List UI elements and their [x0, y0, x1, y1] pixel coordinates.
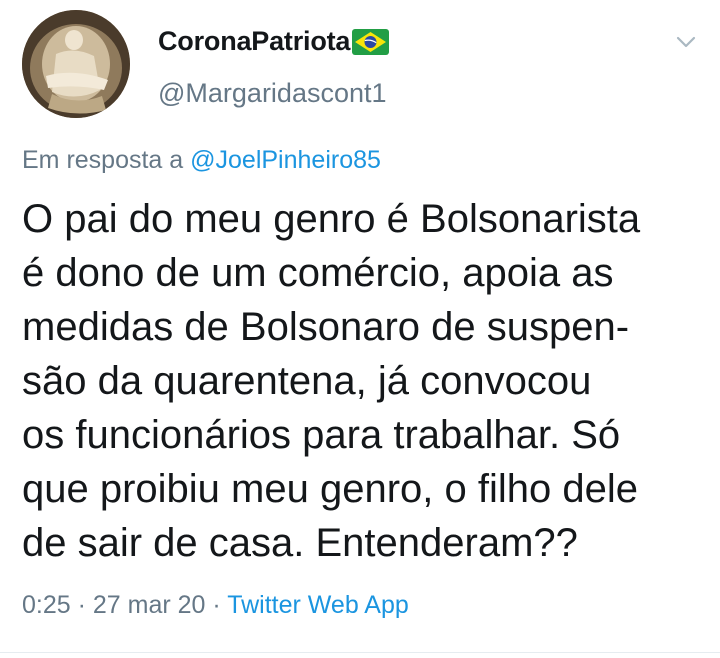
tweet-text: O pai do meu genro é Bolsonarista é dono… — [22, 192, 712, 570]
tweet-text-line: que proibiu meu genro, o filho dele — [22, 467, 638, 511]
tweet-text-line: são da quarentena, já convocou — [22, 359, 592, 403]
meta-separator: · — [205, 591, 228, 619]
user-handle[interactable]: @Margaridascont1 — [158, 78, 387, 109]
tweet-text-line: é dono de um comércio, apoia as — [22, 251, 614, 295]
tweet-text-line: O pai do meu genro é Bolsonarista — [22, 197, 641, 241]
reply-mention-link[interactable]: @JoelPinheiro85 — [190, 146, 381, 174]
avatar-image — [22, 10, 130, 118]
display-name[interactable]: CoronaPatriota — [158, 26, 390, 57]
divider — [0, 652, 720, 653]
tweet-time[interactable]: 0:25 — [22, 591, 71, 619]
reply-context: Em resposta a @JoelPinheiro85 — [22, 146, 381, 175]
tweet-source-link[interactable]: Twitter Web App — [227, 591, 409, 619]
tweet-text-line: de sair de casa. Entenderam?? — [22, 521, 578, 565]
avatar[interactable] — [22, 10, 130, 118]
meta-separator: · — [70, 591, 93, 619]
tweet-text-line: medidas de Bolsonaro de suspen- — [22, 305, 630, 349]
tweet-text-line: os funcionários para trabalhar. Só — [22, 413, 621, 457]
reply-prefix: Em resposta a — [22, 146, 184, 174]
tweet-card: CoronaPatriota @Margaridascont1 Em respo… — [0, 0, 720, 658]
display-name-text: CoronaPatriota — [158, 26, 351, 56]
brazil-flag-icon — [352, 28, 390, 55]
tweet-date[interactable]: 27 mar 20 — [93, 591, 206, 619]
chevron-down-icon[interactable] — [674, 30, 698, 54]
tweet-metadata: 0:25 · 27 mar 20 · Twitter Web App — [22, 591, 409, 620]
